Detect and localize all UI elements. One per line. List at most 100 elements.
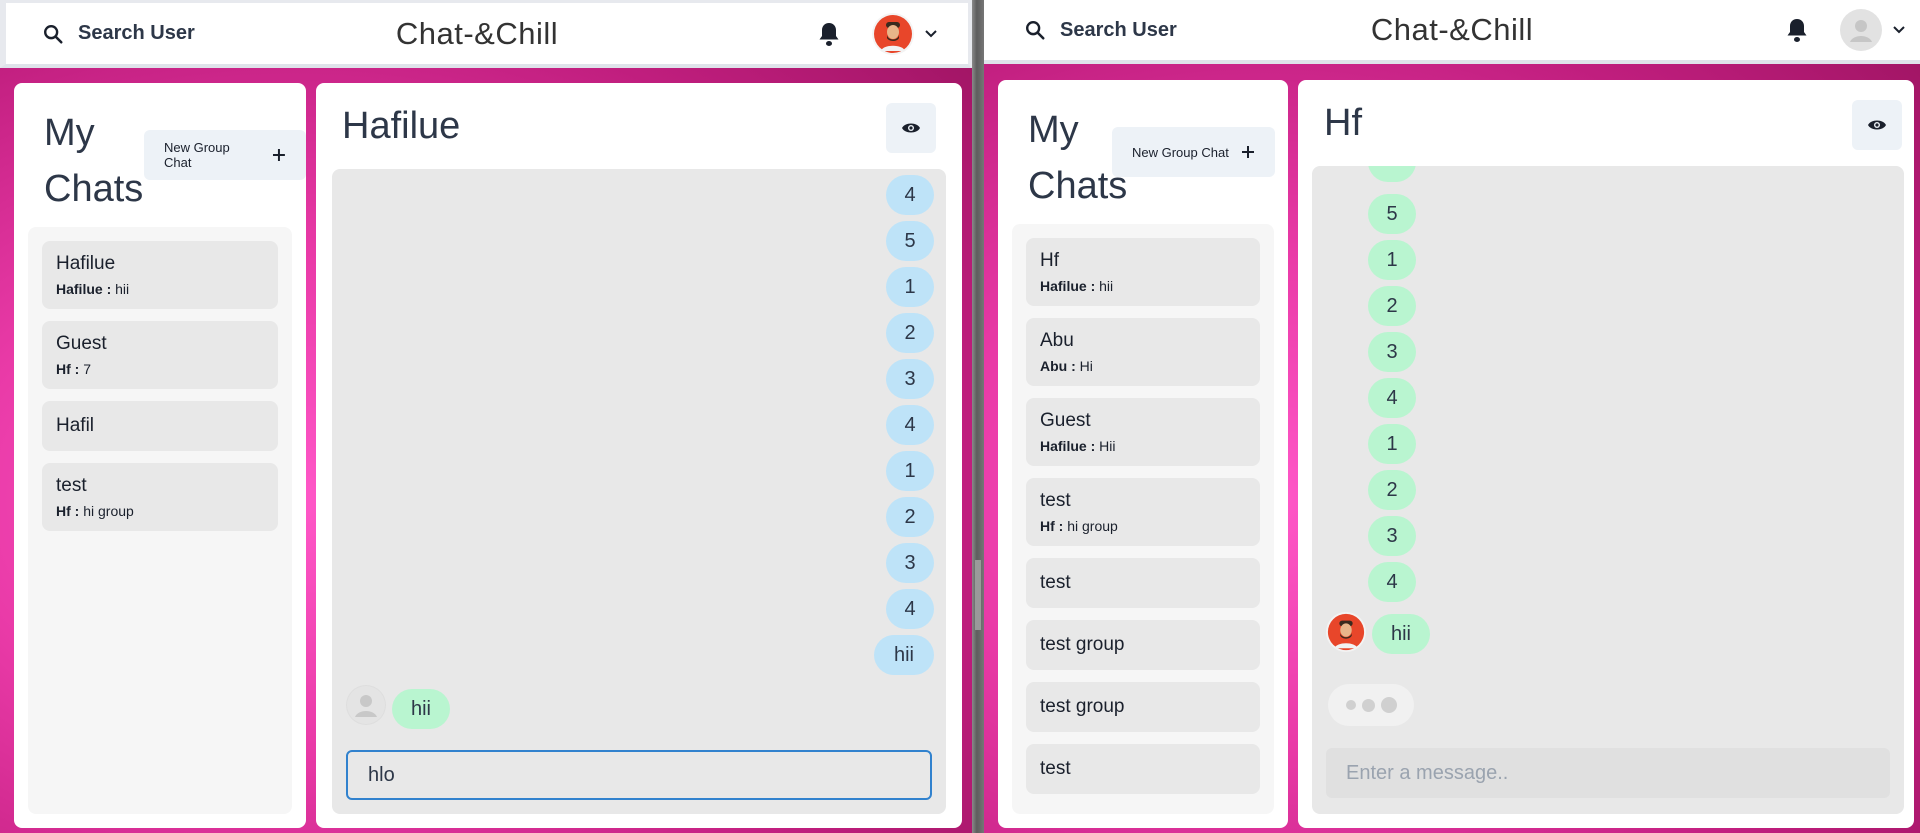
chat-name: test bbox=[1040, 572, 1071, 593]
sent-message: 4 bbox=[886, 175, 934, 215]
latest-message: Hafilue : hii bbox=[56, 281, 130, 297]
plus-icon bbox=[1241, 146, 1254, 158]
new-group-chat-button[interactable]: New Group Chat bbox=[1112, 127, 1275, 177]
chat-name: Hafilue bbox=[56, 253, 116, 274]
notification-bell-button[interactable] bbox=[812, 17, 846, 51]
chat-title: Hf bbox=[1324, 102, 1362, 144]
chat-name: test bbox=[1040, 758, 1071, 779]
my-chats-panel: My Chats New Group Chat Hafilue Hafilue … bbox=[14, 83, 306, 828]
chat-title: Hafilue bbox=[342, 105, 461, 147]
received-message: 1 bbox=[1368, 424, 1416, 464]
chat-box: Hafilue 4 5 1 2 3 4 1 2 3 4 hii hii bbox=[316, 83, 962, 828]
search-user-button[interactable]: Search User bbox=[28, 12, 209, 56]
my-chats-panel: My Chats New Group Chat Hf Hafilue : hii… bbox=[998, 80, 1288, 828]
chat-list: Hf Hafilue : hii Abu Abu : Hi Guest Hafi… bbox=[1012, 224, 1274, 814]
chat-list-item[interactable]: test bbox=[1026, 558, 1260, 608]
sent-message: 4 bbox=[886, 589, 934, 629]
sent-message: 1 bbox=[886, 451, 934, 491]
message-input[interactable] bbox=[346, 750, 932, 800]
received-message: 3 bbox=[1368, 516, 1416, 556]
search-user-button[interactable]: Search User bbox=[1010, 8, 1191, 52]
chat-name: test group bbox=[1040, 634, 1125, 655]
sender-avatar-icon bbox=[1326, 612, 1366, 652]
chat-box: Hf 5 1 2 3 4 1 2 3 4 hii bbox=[1298, 80, 1914, 828]
chevron-down-icon bbox=[1893, 26, 1905, 34]
received-message-partial bbox=[1368, 166, 1416, 182]
chat-list-item[interactable]: test bbox=[1026, 744, 1260, 794]
chat-name: Guest bbox=[1040, 410, 1091, 431]
sent-message: 2 bbox=[886, 313, 934, 353]
chat-name: test group bbox=[1040, 696, 1125, 717]
chat-name: Abu bbox=[1040, 330, 1074, 351]
received-message: hii bbox=[1372, 614, 1430, 654]
profile-menu-button[interactable] bbox=[1840, 9, 1906, 51]
chat-list-item[interactable]: Guest Hf : 7 bbox=[42, 321, 278, 389]
message-area: 4 5 1 2 3 4 1 2 3 4 hii hii bbox=[332, 169, 946, 814]
view-profile-button[interactable] bbox=[886, 103, 936, 153]
chat-list: Hafilue Hafilue : hii Guest Hf : 7 Hafil… bbox=[28, 227, 292, 814]
chat-list-item[interactable]: test group bbox=[1026, 620, 1260, 670]
default-user-avatar bbox=[1840, 9, 1882, 51]
eye-icon bbox=[1868, 120, 1886, 130]
chat-list-item[interactable]: Abu Abu : Hi bbox=[1026, 318, 1260, 386]
message-area: 5 1 2 3 4 1 2 3 4 hii bbox=[1312, 166, 1904, 814]
sent-message: 3 bbox=[886, 359, 934, 399]
chat-name: Hafil bbox=[56, 415, 95, 436]
received-message: 2 bbox=[1368, 470, 1416, 510]
latest-message: Hf : hi group bbox=[1040, 518, 1118, 534]
received-message: 3 bbox=[1368, 332, 1416, 372]
sent-message: 2 bbox=[886, 497, 934, 537]
received-message: 2 bbox=[1368, 286, 1416, 326]
search-user-label: Search User bbox=[1060, 18, 1177, 41]
top-bar: Search User Chat-&Chill bbox=[984, 0, 1920, 64]
bell-icon bbox=[1787, 19, 1807, 42]
chat-name: test bbox=[56, 475, 87, 496]
search-icon bbox=[1026, 21, 1045, 40]
new-group-chat-label: New Group Chat bbox=[164, 140, 230, 170]
chat-list-item[interactable]: Hf Hafilue : hii bbox=[1026, 238, 1260, 306]
chat-name: test bbox=[1040, 490, 1071, 511]
chevron-down-icon bbox=[925, 29, 937, 37]
latest-message: Hf : 7 bbox=[56, 361, 92, 377]
chat-list-item[interactable]: test Hf : hi group bbox=[42, 463, 278, 531]
sent-message: 5 bbox=[886, 221, 934, 261]
latest-message: Hafilue : hii bbox=[1040, 278, 1114, 294]
chat-name: Hf bbox=[1040, 250, 1059, 271]
search-user-label: Search User bbox=[78, 22, 195, 44]
received-message: 5 bbox=[1368, 194, 1416, 234]
typing-indicator bbox=[1328, 684, 1414, 726]
chat-name: Guest bbox=[56, 333, 107, 354]
received-message: 4 bbox=[1368, 378, 1416, 418]
received-message: 1 bbox=[1368, 240, 1416, 280]
top-bar: Search User Chat-&Chill bbox=[0, 0, 972, 68]
chat-list-item[interactable]: Hafilue Hafilue : hii bbox=[42, 241, 278, 309]
chat-list-item[interactable]: Hafil bbox=[42, 401, 278, 451]
sent-message: hii bbox=[874, 635, 934, 675]
chat-list-item[interactable]: Guest Hafilue : Hii bbox=[1026, 398, 1260, 466]
chat-list-item[interactable]: test group bbox=[1026, 682, 1260, 732]
window-divider bbox=[972, 0, 984, 833]
message-input[interactable] bbox=[1326, 748, 1890, 798]
chat-list-item[interactable]: test Hf : hi group bbox=[1026, 478, 1260, 546]
right-window: Search User Chat-&Chill My Chats New Gro… bbox=[984, 0, 1920, 833]
received-message: 4 bbox=[1368, 562, 1416, 602]
plus-icon bbox=[273, 149, 286, 161]
default-avatar-icon bbox=[346, 685, 386, 725]
search-icon bbox=[44, 24, 63, 44]
new-group-chat-label: New Group Chat bbox=[1132, 144, 1229, 160]
user-photo-avatar bbox=[872, 12, 914, 55]
latest-message: Abu : Hi bbox=[1040, 358, 1093, 374]
latest-message: Hf : hi group bbox=[56, 503, 134, 519]
view-profile-button[interactable] bbox=[1852, 100, 1902, 150]
profile-menu-button[interactable] bbox=[872, 12, 938, 55]
latest-message: Hafilue : Hii bbox=[1040, 438, 1116, 454]
left-window: Search User Chat-&Chill My Chats New Gro… bbox=[0, 0, 972, 833]
received-message: hii bbox=[392, 689, 450, 729]
bell-icon bbox=[819, 22, 839, 46]
new-group-chat-button[interactable]: New Group Chat bbox=[144, 130, 306, 180]
sent-message: 4 bbox=[886, 405, 934, 445]
sent-message: 3 bbox=[886, 543, 934, 583]
notification-bell-button[interactable] bbox=[1780, 13, 1814, 47]
sent-message: 1 bbox=[886, 267, 934, 307]
eye-icon bbox=[902, 123, 920, 133]
